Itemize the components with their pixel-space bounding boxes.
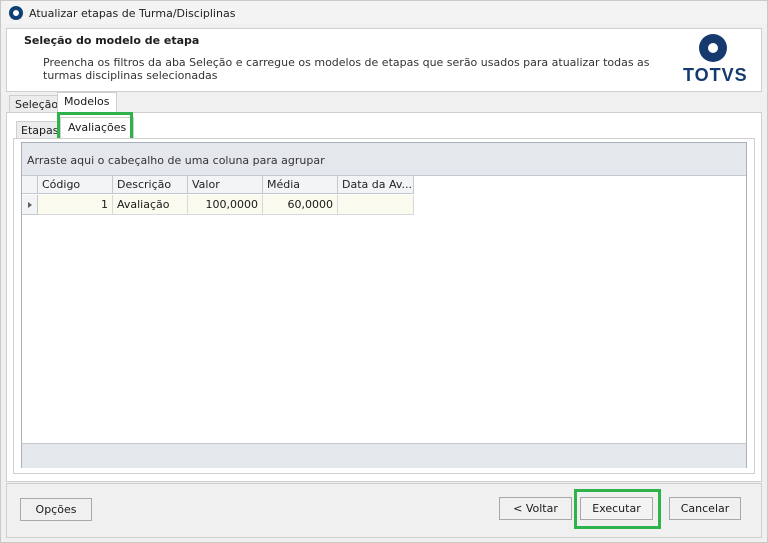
grid-footer [22,443,746,468]
group-by-hint: Arraste aqui o cabeçalho de uma coluna p… [27,154,325,167]
totvs-logo: TOTVS [683,33,748,87]
tab-modelos[interactable]: Modelos [57,92,117,113]
column-header-valor[interactable]: Valor [188,176,263,194]
page-description: Preencha os filtros da aba Seleção e car… [43,56,650,82]
evaluations-grid[interactable]: Arraste aqui o cabeçalho de uma coluna p… [21,142,747,468]
row-indicator[interactable] [22,195,38,215]
tab-selecao[interactable]: Seleção [9,95,65,113]
column-header-descricao[interactable]: Descrição [113,176,188,194]
wizard-header: Seleção do modelo de etapa Preencha os f… [6,28,762,92]
group-by-panel[interactable]: Arraste aqui o cabeçalho de uma coluna p… [22,143,746,176]
cell-data-avaliacao[interactable] [338,195,414,215]
totvs-logo-text: TOTVS [683,65,748,85]
column-header-codigo[interactable]: Código [38,176,113,194]
options-button[interactable]: Opções [20,498,92,521]
row-indicator-header [22,176,38,194]
back-button[interactable]: < Voltar [499,497,572,520]
cancel-button[interactable]: Cancelar [669,497,741,520]
wizard-window: Seleção do modelo de etapa Preencha os f… [0,24,768,543]
column-header-data-avaliacao[interactable]: Data da Av... [338,176,414,194]
cell-descricao[interactable]: Avaliação [113,195,188,215]
window-title: Atualizar etapas de Turma/Disciplinas [29,7,236,20]
column-header-media[interactable]: Média [263,176,338,194]
cell-codigo[interactable]: 1 [38,195,113,215]
cell-valor[interactable]: 100,0000 [188,195,263,215]
totvs-logo-icon [699,34,727,62]
title-bar: Atualizar etapas de Turma/Disciplinas [0,0,768,26]
cell-media[interactable]: 60,0000 [263,195,338,215]
highlight-box-execute-button [574,489,661,529]
app-icon [9,6,23,20]
page-title: Seleção do modelo de etapa [24,34,200,47]
